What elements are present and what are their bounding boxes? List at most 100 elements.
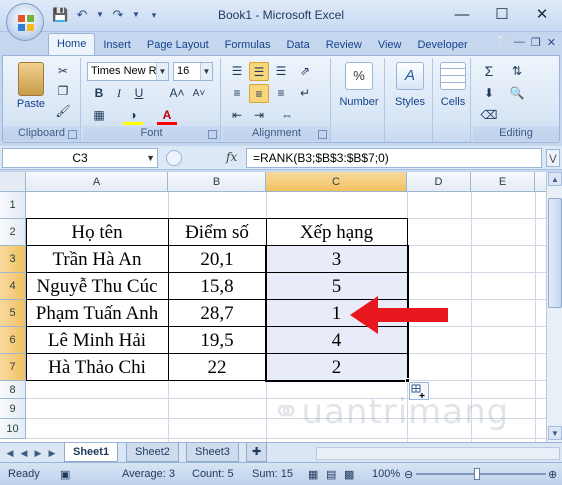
sort-filter-icon[interactable]: ⇅	[507, 62, 527, 81]
scroll-up-icon[interactable]: ▲	[548, 172, 562, 186]
vertical-scroll-thumb[interactable]	[548, 198, 562, 308]
tab-formulas[interactable]: Formulas	[217, 35, 279, 55]
vertical-scrollbar[interactable]: ▲ ▼	[546, 172, 562, 442]
macro-record-icon[interactable]: ▣	[60, 468, 70, 481]
column-header-e[interactable]: E	[471, 172, 535, 192]
number-button[interactable]: % Number	[335, 62, 383, 108]
cut-icon[interactable]: ✂	[53, 62, 73, 81]
row-header-2[interactable]: 2	[0, 219, 26, 246]
font-size-dropdown-icon[interactable]: ▼	[200, 63, 212, 80]
row-header-3[interactable]: 3	[0, 246, 26, 273]
cell-a5[interactable]: Phạm Tuấn Anh	[26, 300, 168, 326]
row-header-10[interactable]: 10	[0, 419, 26, 439]
cell-b6[interactable]: 19,5	[168, 327, 266, 353]
align-top-icon[interactable]: ☰	[227, 62, 247, 81]
row-header-7[interactable]: 7	[0, 354, 26, 381]
tab-view[interactable]: View	[370, 35, 410, 55]
copy-icon[interactable]: ❐	[53, 82, 73, 101]
shrink-font-icon[interactable]: A˅	[189, 84, 209, 103]
column-header-a[interactable]: A	[26, 172, 168, 192]
fill-icon[interactable]: ⬇	[479, 84, 499, 103]
row-header-9[interactable]: 9	[0, 399, 26, 419]
row-header-4[interactable]: 4	[0, 273, 26, 300]
clipboard-launcher[interactable]	[68, 130, 77, 139]
zoom-in-icon[interactable]: ⊕	[548, 468, 557, 481]
font-color-icon[interactable]: A	[157, 106, 177, 125]
cell-a4[interactable]: Nguyễ Thu Cúc	[26, 273, 168, 299]
cell-b2[interactable]: Điểm số	[168, 219, 266, 245]
zoom-slider[interactable]	[416, 473, 546, 475]
column-header-b[interactable]: B	[168, 172, 266, 192]
align-middle-icon[interactable]: ☰	[249, 62, 269, 81]
find-select-icon[interactable]: 🔍	[507, 84, 527, 103]
align-left-icon[interactable]: ≡	[227, 84, 247, 103]
scroll-down-icon[interactable]: ▼	[548, 426, 562, 440]
maximize-button[interactable]: ☐	[482, 0, 522, 32]
insert-function-icon[interactable]: fx	[226, 150, 237, 164]
expand-formula-bar-icon[interactable]: ⋁	[546, 149, 560, 167]
first-sheet-icon[interactable]: ◀	[4, 447, 16, 459]
zoom-level[interactable]: 100%	[372, 468, 400, 480]
row-header-6[interactable]: 6	[0, 327, 26, 354]
tab-home[interactable]: Home	[48, 33, 96, 55]
close-button[interactable]: ✕	[522, 0, 562, 32]
increase-indent-icon[interactable]: ⇥	[249, 106, 269, 125]
bold-button[interactable]: B	[89, 84, 109, 103]
underline-button[interactable]: U	[129, 84, 149, 103]
cell-a7[interactable]: Hà Thảo Chi	[26, 354, 168, 380]
prev-sheet-icon[interactable]: ◀	[18, 447, 30, 459]
tab-insert[interactable]: Insert	[95, 35, 139, 55]
format-painter-icon[interactable]: 🖌	[53, 102, 73, 121]
tab-review[interactable]: Review	[318, 35, 370, 55]
font-name-combo[interactable]: Times New Rc ▼	[87, 62, 169, 81]
help-icon[interactable]: ❔	[494, 36, 508, 49]
tab-data[interactable]: Data	[278, 35, 317, 55]
align-bottom-icon[interactable]: ☰	[271, 62, 291, 81]
ribbon-minimize-icon[interactable]: —	[514, 36, 525, 49]
column-header-d[interactable]: D	[407, 172, 471, 192]
styles-button[interactable]: A Styles	[389, 62, 431, 108]
insert-sheet-icon[interactable]: ✚	[246, 443, 268, 462]
name-box[interactable]: C3 ▼	[2, 148, 158, 168]
sheet-tab-sheet1[interactable]: Sheet1	[64, 443, 119, 462]
autosum-icon[interactable]: Σ	[479, 62, 499, 81]
clear-icon[interactable]: ⌫	[479, 106, 499, 125]
font-launcher[interactable]	[208, 130, 217, 139]
worksheet-grid[interactable]: A B C D E 1 2 3 4 5 6 7 8 9 10 Họ tên Đi…	[0, 172, 546, 442]
zoom-out-icon[interactable]: ⊖	[404, 468, 413, 481]
orientation-icon[interactable]: ⇗	[295, 62, 315, 81]
ribbon-restore-icon[interactable]: ❐	[531, 36, 541, 49]
paste-button[interactable]: Paste	[9, 62, 53, 110]
tab-page-layout[interactable]: Page Layout	[139, 35, 217, 55]
cell-a6[interactable]: Lê Minh Hải	[26, 327, 168, 353]
last-sheet-icon[interactable]: ▶	[46, 447, 58, 459]
page-layout-view-icon[interactable]: ▤	[326, 468, 336, 481]
formula-bar-resize-handle[interactable]	[166, 150, 182, 166]
decrease-indent-icon[interactable]: ⇤	[227, 106, 247, 125]
column-header-f[interactable]	[535, 172, 546, 192]
column-header-c[interactable]: C	[266, 172, 407, 192]
select-all-corner[interactable]	[0, 172, 26, 192]
cell-a2[interactable]: Họ tên	[26, 219, 168, 245]
wrap-text-icon[interactable]: ↵	[295, 84, 315, 103]
sheet-tab-sheet3[interactable]: Sheet3	[186, 443, 239, 462]
align-center-icon[interactable]: ≡	[249, 84, 269, 103]
font-size-combo[interactable]: 16 ▼	[173, 62, 213, 81]
cell-a3[interactable]: Trần Hà An	[26, 246, 168, 272]
formula-input[interactable]: =RANK(B3;$B$3:$B$7;0)	[246, 148, 542, 168]
minimize-button[interactable]: —	[442, 0, 482, 32]
cell-b7[interactable]: 22	[168, 354, 266, 380]
name-box-dropdown-icon[interactable]: ▼	[146, 149, 155, 167]
row-header-5[interactable]: 5	[0, 300, 26, 327]
borders-icon[interactable]: ▦	[89, 106, 109, 125]
fill-color-icon[interactable]: ◑	[123, 106, 143, 125]
italic-button[interactable]: I	[109, 84, 129, 103]
align-right-icon[interactable]: ≡	[271, 84, 291, 103]
cell-b3[interactable]: 20,1	[168, 246, 266, 272]
cells-button[interactable]: Cells	[435, 62, 471, 108]
alignment-launcher[interactable]	[318, 130, 327, 139]
merge-center-icon[interactable]: ⇔	[277, 106, 297, 125]
cell-b4[interactable]: 15,8	[168, 273, 266, 299]
cell-b5[interactable]: 28,7	[168, 300, 266, 326]
next-sheet-icon[interactable]: ▶	[32, 447, 44, 459]
